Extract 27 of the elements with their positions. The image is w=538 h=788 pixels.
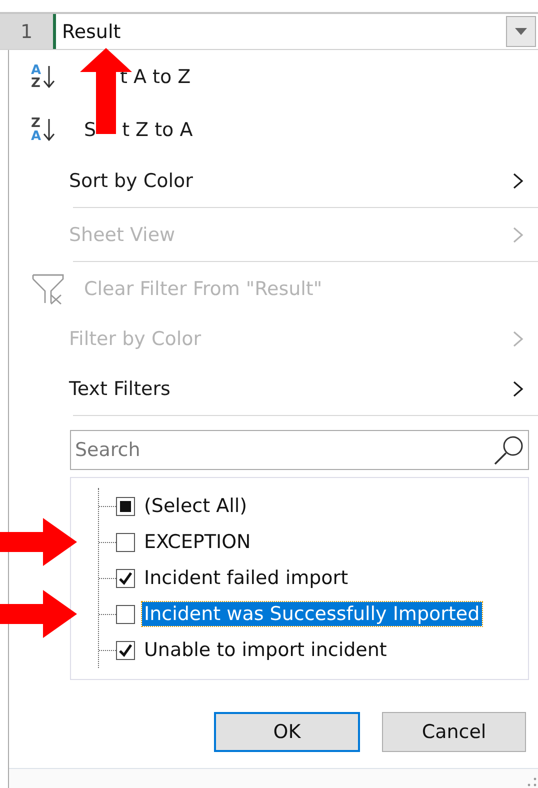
row-number: 1 — [0, 14, 53, 49]
search-icon — [493, 434, 525, 466]
resize-grip-icon — [526, 776, 538, 788]
checkbox[interactable] — [116, 640, 135, 660]
cancel-button[interactable]: Cancel — [382, 712, 526, 752]
checkbox[interactable] — [116, 496, 135, 516]
checkbox[interactable] — [116, 532, 135, 552]
search-field[interactable]: Search — [70, 430, 529, 470]
menu-item[interactable]: Sort by Color — [9, 156, 538, 206]
chevron-right-icon — [512, 172, 524, 190]
chevron-right-icon — [512, 330, 524, 348]
menu-text: S — [84, 118, 96, 140]
menu-item[interactable]: Z A S t Z to A — [9, 103, 538, 156]
value-label[interactable]: EXCEPTION — [142, 530, 253, 554]
checkbox[interactable] — [116, 568, 135, 588]
value-label[interactable]: (Select All) — [142, 494, 250, 518]
menu-item[interactable]: Text Filters — [9, 364, 538, 414]
value-label[interactable]: Incident failed import — [142, 566, 350, 590]
value-label[interactable]: Unable to import incident — [142, 638, 389, 662]
value-label[interactable]: Incident was Successfully Imported — [142, 602, 482, 626]
filter-dropdown-button[interactable] — [506, 16, 536, 47]
clear-filter-icon — [31, 273, 65, 305]
chevron-right-icon — [512, 380, 524, 398]
chevron-right-icon — [512, 226, 524, 244]
ok-button[interactable]: OK — [214, 712, 360, 752]
checkbox[interactable] — [116, 604, 135, 624]
dropdown-icon — [515, 28, 527, 35]
